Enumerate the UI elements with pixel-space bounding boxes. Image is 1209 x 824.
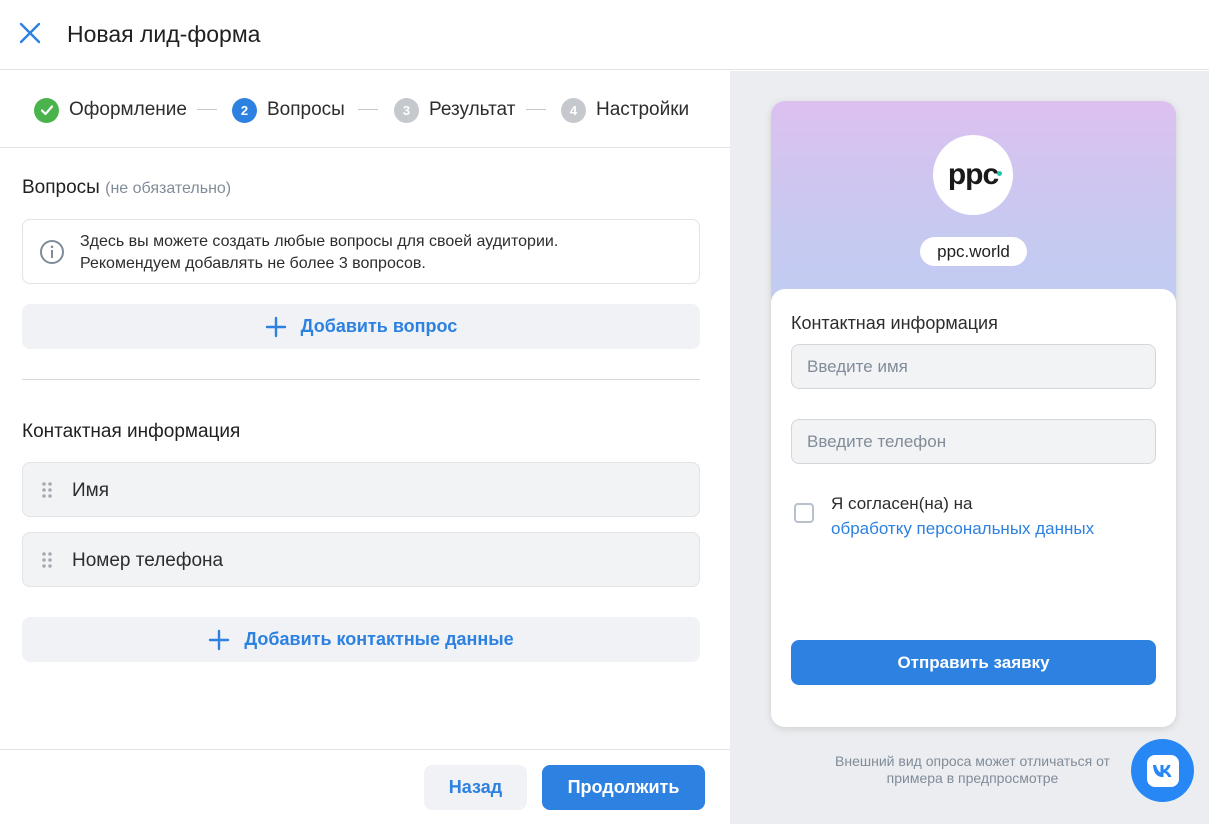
contacts-title: Контактная информация [22,421,241,442]
step-label: Вопросы [267,99,345,120]
plus-icon [265,316,286,337]
add-contact-button[interactable]: Добавить контактные данные [22,617,700,662]
contact-field-row[interactable]: Имя [22,462,700,517]
vk-logo-glyph [1152,764,1171,777]
logo-text: ppc [947,158,999,191]
preview-section-title: Контактная информация [791,313,998,333]
info-icon [40,240,64,264]
add-contact-label: Добавить контактные данные [244,629,514,649]
add-question-label: Добавить вопрос [300,316,458,336]
consent-checkbox[interactable] [794,503,814,523]
drag-handle-icon[interactable] [41,481,53,499]
contact-field-label: Номер телефона [72,550,224,571]
check-icon [40,105,53,116]
page-title: Новая лид-форма [67,21,261,47]
preview-pane: ppc ppc.world Контактная информация Я со… [730,71,1209,824]
info-callout: Здесь вы можете создать любые вопросы дл… [22,219,700,284]
consent-label: Я согласен(на) на [831,494,973,513]
consent-text: Я согласен(на) на обработку персональных… [831,491,1094,541]
optional-note: (не обязательно) [105,180,232,197]
contact-field-label: Имя [72,480,110,501]
preview-form: Контактная информация Я согласен(на) на … [771,289,1176,727]
step-connector [358,109,378,110]
preview-cover: ppc ppc.world [771,101,1176,311]
drag-handle-icon[interactable] [41,551,53,569]
step-number: 2 [232,97,257,123]
step-label: Результат [429,99,516,120]
stepper: Оформление 2 Вопросы 3 Результат 4 Настр… [0,71,730,148]
info-line: Здесь вы можете создать любые вопросы дл… [80,233,559,250]
step-label: Оформление [69,99,187,120]
step-number: 3 [394,97,419,123]
logo-dot [997,171,1002,176]
info-text: Здесь вы можете создать любые вопросы дл… [80,231,558,275]
footer: Назад Продолжить [0,749,730,824]
header: Новая лид-форма [0,0,1209,70]
submit-button[interactable]: Отправить заявку [791,640,1156,685]
preview-disclaimer: Внешний вид опроса может отличаться от п… [835,753,1110,786]
back-button[interactable]: Назад [424,765,527,810]
step-connector [197,109,217,110]
step-number: 4 [561,97,586,123]
privacy-link[interactable]: обработку персональных данных [831,516,1094,541]
step-label: Настройки [596,99,690,120]
brand-name: ppc.world [920,237,1027,266]
step-settings[interactable]: 4 Настройки [561,97,689,123]
name-input[interactable] [791,344,1156,389]
vk-chat-button[interactable] [1131,739,1194,802]
vk-logo-icon [1146,754,1179,787]
close-icon [19,22,41,44]
step-questions[interactable]: 2 Вопросы [232,97,345,123]
continue-button[interactable]: Продолжить [542,765,705,810]
editor-pane: Оформление 2 Вопросы 3 Результат 4 Настр… [0,71,730,824]
questions-title: Вопросы [22,177,100,198]
close-button[interactable] [16,19,44,47]
step-design[interactable]: Оформление [34,97,187,123]
phone-input[interactable] [791,419,1156,464]
info-line: Рекомендуем добавлять не более 3 вопросо… [80,255,426,272]
brand-logo: ppc [933,135,1013,215]
section-divider [22,379,700,380]
preview-card: ppc ppc.world Контактная информация Я со… [771,101,1176,727]
step-result[interactable]: 3 Результат [394,97,515,123]
contact-field-row[interactable]: Номер телефона [22,532,700,587]
plus-icon [209,629,230,650]
questions-heading: Вопросы (не обязательно) [22,177,231,199]
add-question-button[interactable]: Добавить вопрос [22,304,700,349]
step-connector [526,109,546,110]
step-done-circle [34,97,59,123]
